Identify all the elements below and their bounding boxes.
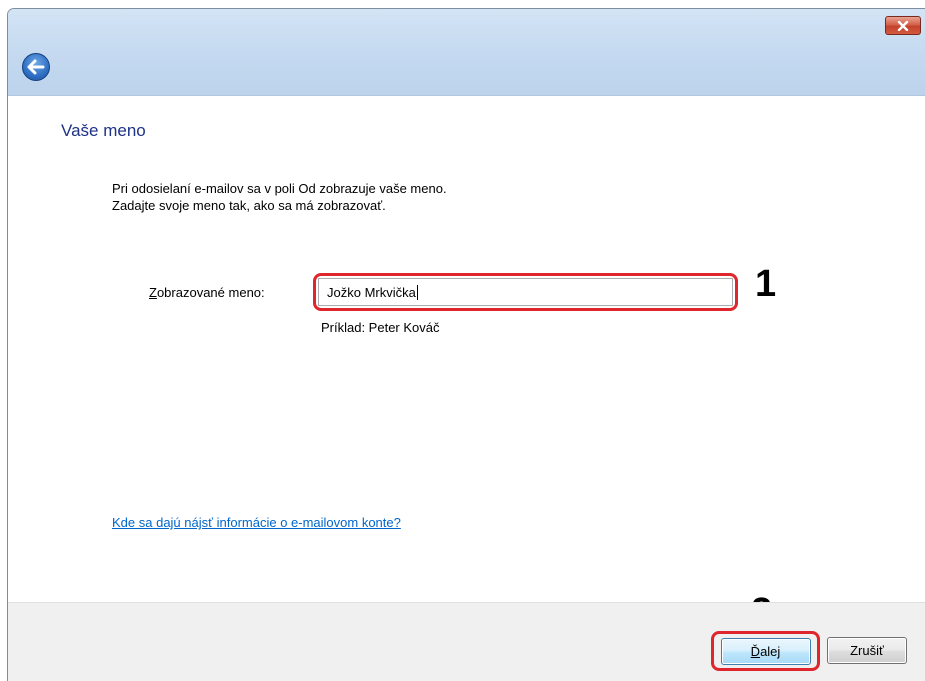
page-title: Vaše meno — [61, 121, 146, 140]
back-arrow-icon — [27, 59, 45, 75]
label-mnemonic: Z — [149, 285, 157, 300]
back-button[interactable] — [22, 53, 50, 81]
next-mnemonic: Ď — [750, 643, 761, 659]
display-name-label: Zobrazované meno: — [149, 285, 265, 300]
title-bar — [8, 9, 925, 96]
callout-1: 1 — [755, 263, 777, 305]
display-name-input[interactable]: Jožko Mrkvička — [318, 278, 733, 306]
button-bar: Ďalej Zrušiť — [8, 602, 925, 681]
label-rest: obrazované meno: — [156, 285, 265, 300]
intro-line-1: Pri odosielaní e-mailov sa v poli Od zob… — [112, 181, 447, 196]
close-icon — [897, 20, 909, 31]
text-caret — [416, 284, 418, 300]
wizard-window: Vaše meno Pri odosielaní e-mailov sa v p… — [7, 8, 925, 681]
next-label-rest: alej — [760, 643, 781, 659]
next-button[interactable]: Ďalej — [720, 637, 811, 665]
intro-text: Pri odosielaní e-mailov sa v poli Od zob… — [112, 180, 447, 214]
intro-line-2: Zadajte svoje meno tak, ako sa má zobraz… — [112, 198, 386, 213]
next-button-highlight: Ďalej — [711, 631, 820, 671]
close-button[interactable] — [885, 16, 921, 35]
cancel-button[interactable]: Zrušiť — [827, 637, 907, 664]
example-text: Príklad: Peter Kováč — [321, 320, 440, 335]
display-name-value: Jožko Mrkvička — [327, 284, 416, 300]
display-name-highlight: Jožko Mrkvička — [313, 273, 738, 311]
content-area: Vaše meno Pri odosielaní e-mailov sa v p… — [8, 96, 925, 633]
account-info-link[interactable]: Kde sa dajú nájsť informácie o e-mailovo… — [112, 515, 401, 530]
